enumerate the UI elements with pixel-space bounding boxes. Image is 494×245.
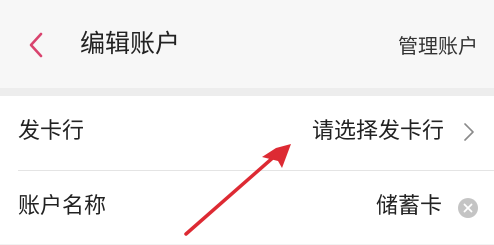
nav-bar: 编辑账户 管理账户 <box>0 0 494 88</box>
account-name-input[interactable]: 储蓄卡 <box>376 191 442 223</box>
page-title: 编辑账户 <box>80 29 181 58</box>
bank-selector-row[interactable]: 发卡行 请选择发卡行 <box>0 96 494 170</box>
section-gap <box>0 88 494 96</box>
account-name-row: 账户名称 储蓄卡 <box>0 171 494 245</box>
bank-value[interactable]: 请选择发卡行 <box>312 116 444 148</box>
clear-icon[interactable] <box>458 198 478 218</box>
account-name-label: 账户名称 <box>18 194 107 219</box>
chevron-left-icon <box>29 32 43 58</box>
back-button[interactable] <box>22 30 52 60</box>
account-form: 发卡行 请选择发卡行 账户名称 储蓄卡 <box>0 96 494 244</box>
manage-accounts-button[interactable]: 管理账户 <box>398 32 478 60</box>
chevron-right-icon <box>462 122 476 142</box>
bank-label: 发卡行 <box>18 119 85 144</box>
